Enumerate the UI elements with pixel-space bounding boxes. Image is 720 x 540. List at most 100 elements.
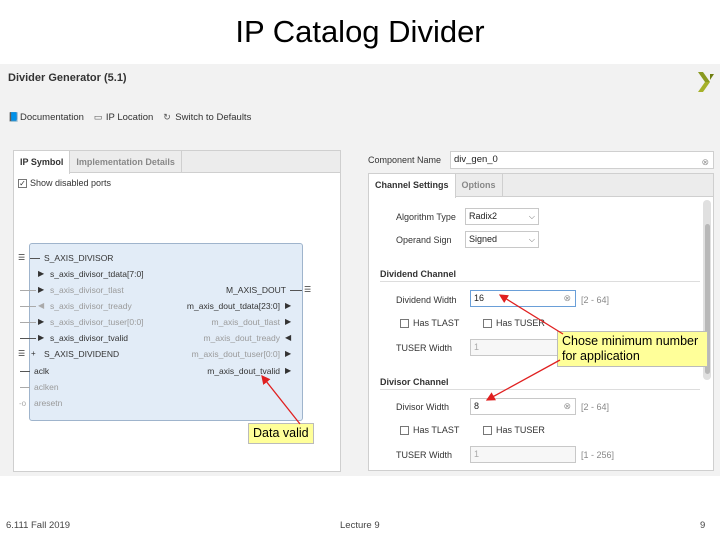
show-disabled-ports-label: Show disabled ports <box>30 178 112 188</box>
port-m-axis-dout-tready: m_axis_dout_tready <box>203 333 280 343</box>
operand-sign-value: Signed <box>469 234 498 244</box>
divisor-tuser-width-value: 1 <box>474 449 480 459</box>
dividend-tuser-width-label: TUSER Width <box>396 343 453 353</box>
port-pin <box>20 371 30 372</box>
chevron-down-icon: ⌵ <box>528 212 535 221</box>
divisor-channel-heading: Divisor Channel <box>380 377 449 387</box>
port-s-axis-divisor-tlast: s_axis_divisor_tlast <box>50 285 124 295</box>
divisor-width-label: Divisor Width <box>396 402 450 412</box>
ip-location-label: IP Location <box>105 112 154 123</box>
book-icon: 📘 <box>8 112 20 122</box>
switch-defaults-button[interactable]: ↻ Switch to Defaults <box>163 112 251 123</box>
left-tab-bar: IP Symbol Implementation Details <box>14 151 340 174</box>
port-s-axis-dividend: S_AXIS_DIVIDEND <box>44 349 120 359</box>
checkbox-box <box>483 425 492 435</box>
dividend-has-tlast-checkbox[interactable]: Has TLAST <box>400 318 459 328</box>
port-s-axis-divisor-tuser: s_axis_divisor_tuser[0:0] <box>50 317 144 327</box>
folder-icon: ▭ <box>93 112 103 122</box>
algorithm-type-label: Algorithm Type <box>396 212 456 222</box>
chevron-down-icon: ⌵ <box>528 235 535 244</box>
port-pin <box>20 290 36 291</box>
tab-implementation-details[interactable]: Implementation Details <box>70 151 182 172</box>
show-disabled-ports-checkbox[interactable]: ✓ Show disabled ports <box>18 178 111 188</box>
slide-title: IP Catalog Divider <box>235 14 485 49</box>
checkmark-icon: ✓ <box>18 178 27 188</box>
port-arrow-icon: ◀ <box>285 333 292 342</box>
port-arrow-icon: ▶ <box>38 269 45 278</box>
app-header: Divider Generator (5.1) <box>8 72 127 84</box>
divisor-has-tlast-label: Has TLAST <box>413 425 460 435</box>
port-m-axis-dout-tvalid: m_axis_dout_tvalid <box>207 366 280 376</box>
divisor-has-tlast-checkbox[interactable]: Has TLAST <box>400 425 459 435</box>
footer-course: 6.111 Fall 2019 <box>6 520 71 531</box>
tab-ip-symbol[interactable]: IP Symbol <box>14 151 71 174</box>
tab-channel-settings[interactable]: Channel Settings <box>369 174 456 198</box>
switch-defaults-label: Switch to Defaults <box>175 112 252 123</box>
operand-sign-label: Operand Sign <box>396 235 452 245</box>
port-m-axis-dout-tuser: m_axis_dout_tuser[0:0] <box>191 349 280 359</box>
clear-icon[interactable]: ⊗ <box>563 291 571 306</box>
reset-pin-icon: -o <box>19 399 27 408</box>
algorithm-type-select[interactable]: Radix2 ⌵ <box>465 208 539 225</box>
component-name-row: Component Name div_gen_0 ⊗ <box>368 150 714 170</box>
port-pin <box>20 306 36 307</box>
port-aclk: aclk <box>34 366 50 376</box>
dividend-has-tuser-label: Has TUSER <box>496 318 545 328</box>
port-m-axis-dout: M_AXIS_DOUT <box>226 285 286 295</box>
dividend-width-input[interactable]: 16 ⊗ <box>470 290 576 307</box>
footer-page-number: 9 <box>700 520 706 531</box>
port-s-axis-divisor-tdata: s_axis_divisor_tdata[7:0] <box>50 269 144 279</box>
dividend-width-range: [2 - 64] <box>581 295 610 305</box>
dividend-tuser-width-value: 1 <box>474 342 480 352</box>
dividend-width-label: Dividend Width <box>396 295 457 305</box>
documentation-button[interactable]: 📘 Documentation <box>8 112 84 123</box>
algorithm-type-value: Radix2 <box>469 211 498 221</box>
port-arrow-icon: ▶ <box>38 317 45 326</box>
divisor-tuser-width-label: TUSER Width <box>396 450 453 460</box>
clear-icon[interactable]: ⊗ <box>563 399 571 414</box>
section-divider <box>380 389 700 390</box>
callout-minimum-number: Chose minimum number for application <box>557 331 708 367</box>
port-arrow-icon: ▶ <box>38 285 45 294</box>
component-name-value: div_gen_0 <box>454 154 498 165</box>
port-arrow-icon: ▶ <box>285 301 292 310</box>
toolbar: 📘 Documentation ▭ IP Location ↻ Switch t… <box>8 112 251 123</box>
port-aresetn: aresetn <box>34 398 63 408</box>
callout-data-valid: Data valid <box>248 423 314 444</box>
component-name-label: Component Name <box>368 155 442 165</box>
port-s-axis-divisor: S_AXIS_DIVISOR <box>44 253 114 263</box>
dividend-has-tlast-label: Has TLAST <box>413 318 460 328</box>
dividend-channel-heading: Dividend Channel <box>380 269 457 279</box>
footer-lecture: Lecture 9 <box>340 520 380 531</box>
documentation-label: Documentation <box>20 112 84 123</box>
port-s-axis-divisor-tready: s_axis_divisor_tready <box>50 301 132 311</box>
divisor-width-input[interactable]: 8 ⊗ <box>470 398 576 415</box>
bus-expand-icon[interactable]: ☰ <box>18 350 25 358</box>
checkbox-box <box>400 318 409 328</box>
port-aclken: aclken <box>34 382 59 392</box>
ip-location-button[interactable]: ▭ IP Location <box>94 112 153 123</box>
plus-icon[interactable]: + <box>31 350 36 358</box>
divisor-has-tuser-checkbox[interactable]: Has TUSER <box>483 425 545 435</box>
port-arrow-icon: ▶ <box>285 366 292 375</box>
dividend-width-value: 16 <box>474 293 485 303</box>
port-pin <box>20 322 36 323</box>
port-arrow-icon: ◀ <box>38 301 45 310</box>
divisor-width-value: 8 <box>474 401 480 411</box>
operand-sign-select[interactable]: Signed ⌵ <box>465 231 539 248</box>
section-divider <box>380 281 700 282</box>
port-arrow-icon: ▶ <box>285 317 292 326</box>
port-arrow-icon: ▶ <box>38 333 45 342</box>
bus-expand-icon[interactable]: ☰ <box>304 286 311 294</box>
component-name-input[interactable]: div_gen_0 ⊗ <box>450 151 714 169</box>
refresh-icon: ↻ <box>163 112 171 122</box>
tab-options[interactable]: Options <box>456 174 503 196</box>
port-arrow-icon: ▶ <box>285 349 292 358</box>
port-pin <box>290 290 302 291</box>
dividend-has-tuser-checkbox[interactable]: Has TUSER <box>483 318 545 328</box>
divisor-has-tuser-label: Has TUSER <box>496 425 545 435</box>
divisor-tuser-width-input[interactable]: 1 <box>470 446 576 463</box>
bus-expand-icon[interactable]: ☰ <box>18 254 25 262</box>
clear-icon[interactable]: ⊗ <box>701 154 709 170</box>
checkbox-box <box>400 425 409 435</box>
